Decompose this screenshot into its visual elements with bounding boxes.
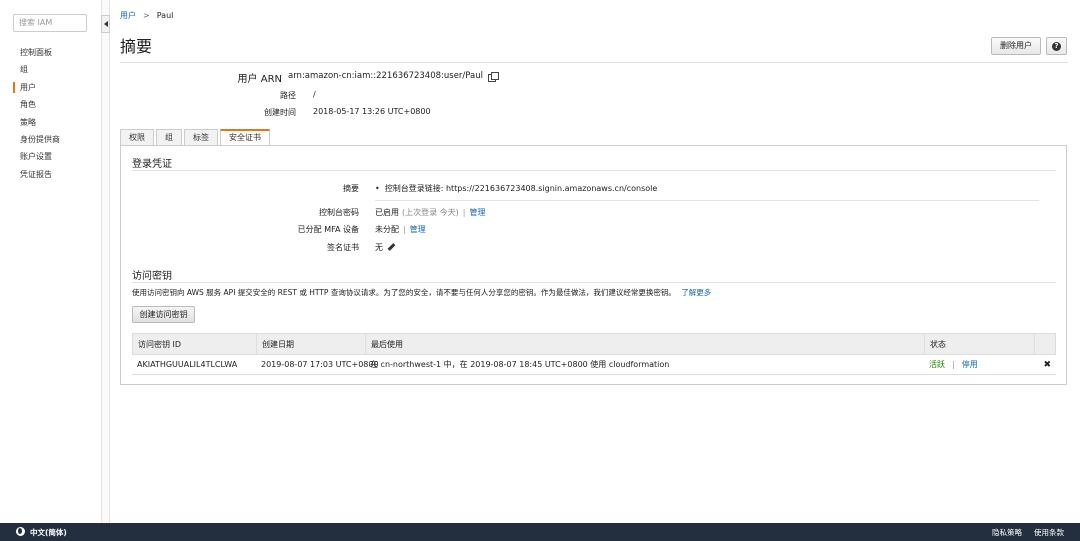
mfa-value: 未分配 | 管理 — [375, 224, 426, 235]
tab-groups[interactable]: 组 — [156, 129, 182, 145]
path-label: 路径 — [280, 91, 296, 100]
globe-icon — [16, 527, 25, 536]
language-selector[interactable]: 中文(简体) — [30, 527, 67, 538]
separator: | — [952, 360, 955, 369]
learn-more-link[interactable]: 了解更多 — [681, 288, 711, 297]
manage-mfa-link[interactable]: 管理 — [410, 224, 426, 235]
mfa-status: 未分配 — [375, 225, 399, 234]
access-keys-description-text: 使用访问密钥向 AWS 服务 API 提交安全的 REST 或 HTTP 查询协… — [132, 288, 676, 297]
creation-time-label: 创建时间 — [264, 108, 296, 117]
breadcrumb-current: Paul — [156, 11, 174, 20]
arn-text: arn:amazon-cn:iam::221636723408:user/Pau… — [288, 71, 483, 81]
close-icon[interactable]: ✖ — [1043, 355, 1051, 375]
tab-security-credentials[interactable]: 安全证书 — [220, 129, 270, 146]
breadcrumb: 用户 > Paul — [120, 10, 173, 21]
delete-user-button[interactable]: 删除用户 — [991, 37, 1041, 55]
tab-permissions[interactable]: 权限 — [120, 129, 154, 145]
console-password-status: 已启用 — [375, 208, 399, 217]
tab-bar: 权限 组 标签 安全证书 — [120, 129, 272, 146]
breadcrumb-separator: > — [143, 11, 150, 20]
access-key-created: 2019-08-07 17:03 UTC+0800 — [261, 360, 379, 369]
console-password-value: 已启用 (上次登录 今天) | 管理 — [375, 207, 486, 218]
signing-cert-value: 无 — [375, 242, 396, 253]
access-key-status-cell: 活跃 | 停用 — [924, 355, 1034, 374]
sidebar-item-roles[interactable]: 角色 — [0, 96, 101, 113]
column-header-key-id: 访问密钥 ID — [133, 334, 257, 354]
sidebar-item-credential-report[interactable]: 凭证报告 — [0, 166, 101, 183]
signing-cert-status: 无 — [375, 243, 383, 252]
console-login-link-text: 控制台登录链接: https://221636723408.signin.ama… — [384, 184, 658, 193]
login-credentials-title: 登录凭证 — [132, 159, 172, 170]
sidebar: 搜索 IAM 控制面板 组 用户 角色 策略 身份提供商 账户设置 凭证报告 — [0, 0, 101, 523]
arn-value: arn:amazon-cn:iam::221636723408:user/Pau… — [288, 71, 499, 82]
table-row: AKIATHGUUALIL4TLCLWA 2019-08-07 17:03 UT… — [132, 355, 1056, 375]
access-keys-description: 使用访问密钥向 AWS 服务 API 提交安全的 REST 或 HTTP 查询协… — [132, 287, 711, 298]
divider — [120, 62, 1068, 63]
credentials-summary-label: 摘要 — [343, 184, 359, 193]
separator: | — [403, 225, 406, 234]
column-header-created: 创建日期 — [257, 334, 366, 354]
column-header-last-used: 最后使用 — [366, 334, 925, 354]
search-input[interactable]: 搜索 IAM — [13, 14, 87, 32]
sidebar-item-policies[interactable]: 策略 — [0, 114, 101, 131]
copy-icon[interactable] — [488, 71, 499, 82]
creation-time-value: 2018-05-17 13:26 UTC+0800 — [313, 107, 431, 116]
sidebar-item-dashboard[interactable]: 控制面板 — [0, 44, 101, 61]
help-icon: ? — [1052, 41, 1061, 51]
sidebar-rail — [101, 0, 110, 523]
access-keys-title: 访问密钥 — [132, 271, 172, 282]
mfa-label: 已分配 MFA 设备 — [297, 225, 359, 234]
last-login-note: (上次登录 今天) — [402, 208, 459, 217]
sidebar-item-users[interactable]: 用户 — [0, 79, 101, 96]
column-header-actions — [1035, 334, 1055, 354]
column-header-status: 状态 — [925, 334, 1035, 354]
bullet: • — [375, 184, 380, 193]
footer: 中文(简体) 隐私策略 使用条款 — [0, 523, 1080, 541]
access-key-last-used: 在 cn-northwest-1 中，在 2019-08-07 18:45 UT… — [370, 360, 670, 369]
sidebar-item-identity-providers[interactable]: 身份提供商 — [0, 131, 101, 148]
breadcrumb-users-link[interactable]: 用户 — [120, 10, 136, 21]
console-password-label: 控制台密码 — [319, 208, 359, 217]
create-access-key-button[interactable]: 创建访问密钥 — [132, 306, 195, 323]
access-keys-table: 访问密钥 ID 创建日期 最后使用 状态 AKIATHGUUALIL4TLCLW… — [132, 333, 1056, 375]
help-button[interactable]: ? — [1046, 37, 1067, 55]
privacy-policy-link[interactable]: 隐私策略 — [992, 527, 1022, 538]
table-header: 访问密钥 ID 创建日期 最后使用 状态 — [132, 333, 1056, 355]
pencil-icon[interactable] — [387, 243, 396, 252]
chevron-left-icon — [103, 21, 108, 27]
divider — [132, 282, 1056, 283]
tab-tags[interactable]: 标签 — [184, 129, 218, 145]
arn-label: 用户 ARN — [237, 74, 282, 85]
terms-of-use-link[interactable]: 使用条款 — [1034, 527, 1064, 538]
manage-password-link[interactable]: 管理 — [470, 207, 486, 218]
path-value: / — [313, 90, 316, 99]
access-key-status: 活跃 — [929, 360, 945, 369]
separator: | — [462, 208, 466, 217]
collapse-sidebar-button[interactable] — [101, 15, 110, 33]
credentials-summary-value: • 控制台登录链接: https://221636723408.signin.a… — [375, 183, 657, 194]
access-key-id: AKIATHGUUALIL4TLCLWA — [137, 360, 238, 369]
sidebar-nav: 控制面板 组 用户 角色 策略 身份提供商 账户设置 凭证报告 — [0, 44, 101, 183]
sidebar-item-groups[interactable]: 组 — [0, 61, 101, 78]
deactivate-key-link[interactable]: 停用 — [962, 355, 978, 374]
signing-cert-label: 签名证书 — [327, 243, 359, 252]
page-title: 摘要 — [120, 37, 153, 56]
sidebar-item-account-settings[interactable]: 账户设置 — [0, 148, 101, 165]
divider — [375, 200, 1039, 201]
divider — [132, 170, 1056, 171]
